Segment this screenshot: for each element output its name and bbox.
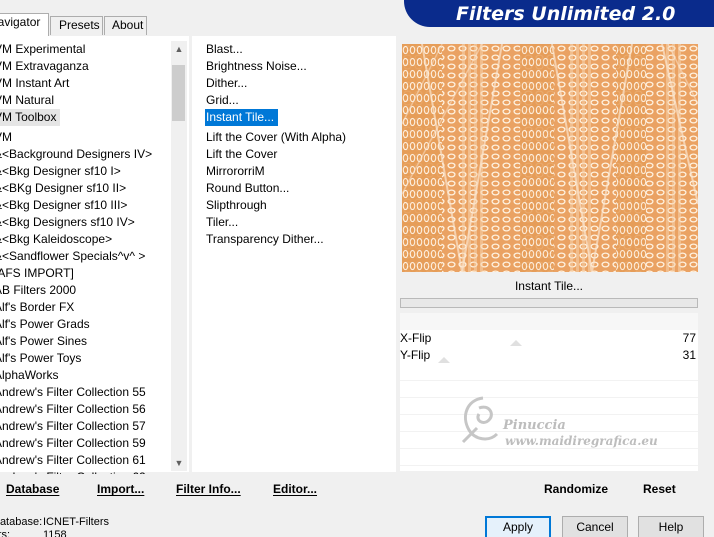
filter-list-panel[interactable]: Blast... Brightness Noise... Dither... Grid… — [192, 36, 396, 472]
xflip-slider[interactable]: X-Flip 77 — [400, 330, 698, 347]
filter-info-button[interactable]: Filter Info... — [176, 482, 241, 497]
filter-item[interactable]: Tiler... — [206, 214, 394, 231]
category-item[interactable]: VM Experimental — [0, 41, 170, 58]
filter-item[interactable]: Round Button... — [206, 180, 394, 197]
category-item[interactable]: AlphaWorks — [0, 367, 170, 384]
category-item[interactable]: &<Bkg Designer sf10 I> — [0, 163, 170, 180]
help-button[interactable]: Help — [638, 516, 704, 537]
category-item[interactable]: Alf's Power Sines — [0, 333, 170, 350]
xflip-label: X-Flip — [400, 331, 432, 345]
database-label: Database: — [0, 516, 43, 528]
database-value: ICNET-Filters — [43, 516, 109, 528]
category-item[interactable]: Alf's Power Toys — [0, 350, 170, 367]
yflip-value: 31 — [682, 348, 696, 362]
category-item[interactable]: Andrew's Filter Collection 55 — [0, 384, 170, 401]
category-scrollbar[interactable]: ▲ ▼ — [171, 41, 187, 471]
filter-item[interactable]: Brightness Noise... — [206, 58, 394, 75]
scroll-down-arrow-icon[interactable]: ▼ — [171, 455, 187, 471]
filters-count-label: Filters: — [0, 529, 10, 537]
apply-button[interactable]: Apply — [485, 516, 551, 537]
filter-preview-image — [402, 44, 698, 272]
tab-about[interactable]: About — [104, 16, 147, 35]
category-item[interactable]: Andrew's Filter Collection 59 — [0, 435, 170, 452]
preview-caption: Instant Tile... — [400, 276, 698, 296]
empty-param-row — [400, 364, 698, 381]
tab-presets[interactable]: Presets — [50, 16, 103, 35]
tab-presets-label: Presets — [59, 18, 100, 32]
filter-item[interactable]: MirrororriM — [206, 163, 394, 180]
empty-param-row — [400, 449, 698, 466]
category-list[interactable]: VM Experimental VM Extravaganza VM Instant… — [0, 41, 170, 486]
filter-item[interactable]: Grid... — [206, 92, 394, 109]
category-item[interactable]: &<BKg Designer sf10 II> — [0, 180, 170, 197]
category-item[interactable]: Andrew's Filter Collection 61 — [0, 452, 170, 469]
empty-param-row — [400, 432, 698, 449]
yflip-label: Y-Flip — [400, 348, 431, 362]
category-list-panel[interactable]: VM Experimental VM Extravaganza VM Instant… — [0, 36, 189, 484]
scroll-thumb[interactable] — [172, 65, 185, 121]
category-item[interactable]: VM Extravaganza — [0, 58, 170, 75]
category-item[interactable]: &<Bkg Kaleidoscope> — [0, 231, 170, 248]
database-button[interactable]: Database — [6, 482, 59, 497]
category-item[interactable]: Alf's Power Grads — [0, 316, 170, 333]
filter-list[interactable]: Blast... Brightness Noise... Dither... Grid… — [205, 41, 394, 248]
tab-navigator-label: Navigator — [0, 15, 41, 29]
category-item[interactable]: VM — [0, 129, 170, 146]
category-item[interactable]: Alf's Border FX — [0, 299, 170, 316]
category-item[interactable]: Andrew's Filter Collection 56 — [0, 401, 170, 418]
filter-item[interactable]: Dither... — [206, 75, 394, 92]
category-item[interactable]: &<Bkg Designer sf10 III> — [0, 197, 170, 214]
yflip-slider-thumb-icon[interactable] — [428, 357, 668, 363]
filter-item[interactable]: Lift the Cover — [206, 146, 394, 163]
randomize-button[interactable]: Randomize — [544, 482, 608, 497]
category-item[interactable]: VM Instant Art — [0, 75, 170, 92]
tab-navigator[interactable]: Navigator — [0, 13, 49, 36]
app-title: Filters Unlimited 2.0 — [456, 3, 676, 25]
parameter-header-row — [400, 313, 698, 330]
filter-item[interactable]: Blast... — [206, 41, 394, 58]
filter-item[interactable]: Slipthrough — [206, 197, 394, 214]
empty-param-row — [400, 415, 698, 432]
filter-item[interactable]: Transparency Dither... — [206, 231, 394, 248]
cancel-button[interactable]: Cancel — [562, 516, 628, 537]
yflip-slider[interactable]: Y-Flip 31 — [400, 347, 698, 364]
category-item[interactable]: VM Natural — [0, 92, 170, 109]
reset-button[interactable]: Reset — [643, 482, 676, 497]
preview-caption-text: Instant Tile... — [514, 279, 584, 293]
category-item[interactable]: AB Filters 2000 — [0, 282, 170, 299]
app-title-banner: Filters Unlimited 2.0 — [404, 0, 714, 27]
category-item[interactable]: &<Background Designers IV> — [0, 146, 170, 163]
scroll-up-arrow-icon[interactable]: ▲ — [171, 41, 187, 57]
xflip-slider-thumb-icon[interactable] — [428, 340, 668, 346]
xflip-value: 77 — [682, 331, 696, 345]
category-item[interactable]: &<Sandflower Specials^v^ > — [0, 248, 170, 265]
filter-item[interactable]: Instant Tile... — [205, 109, 279, 126]
editor-button[interactable]: Editor... — [273, 482, 317, 497]
preview-tile-pattern — [402, 44, 698, 272]
filter-item[interactable]: Lift the Cover (With Alpha) — [206, 129, 394, 146]
category-item[interactable]: Andrew's Filter Collection 57 — [0, 418, 170, 435]
empty-param-row — [400, 398, 698, 415]
filters-count-value: 1158 — [43, 529, 67, 537]
tab-about-label: About — [112, 18, 144, 32]
import-button[interactable]: Import... — [97, 482, 144, 497]
category-item[interactable]: [AFS IMPORT] — [0, 265, 170, 282]
empty-param-row — [400, 381, 698, 398]
category-item[interactable]: VM Toolbox — [0, 109, 61, 126]
preview-progress-bar — [400, 298, 698, 308]
category-item[interactable]: &<Bkg Designers sf10 IV> — [0, 214, 170, 231]
